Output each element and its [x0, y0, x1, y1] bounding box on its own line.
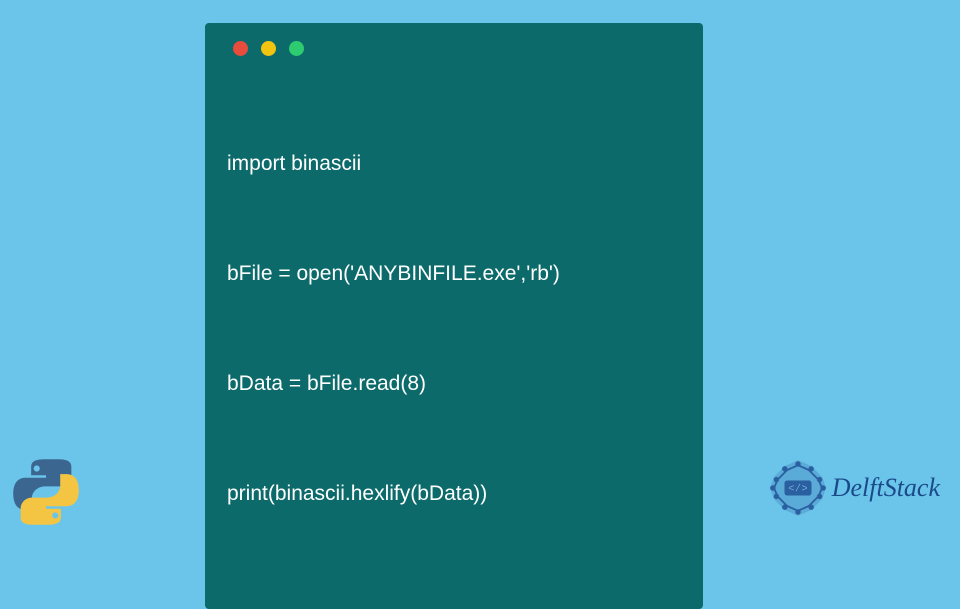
python-logo-icon	[12, 458, 80, 526]
code-line: bFile = open('ANYBINFILE.exe','rb')	[227, 256, 681, 293]
delftstack-badge-icon: </>	[768, 458, 828, 518]
close-icon	[233, 41, 248, 56]
window-traffic-lights	[233, 41, 681, 56]
delftstack-brand: </> DelftStack	[768, 458, 940, 518]
brand-name: DelftStack	[832, 473, 940, 503]
svg-text:</>: </>	[788, 484, 807, 496]
minimize-icon	[261, 41, 276, 56]
code-line: import binascii	[227, 146, 681, 183]
code-window: import binascii bFile = open('ANYBINFILE…	[205, 23, 703, 609]
code-line: bData = bFile.read(8)	[227, 366, 681, 403]
maximize-icon	[289, 41, 304, 56]
code-line: print(binascii.hexlify(bData))	[227, 476, 681, 513]
code-block: import binascii bFile = open('ANYBINFILE…	[227, 72, 681, 587]
